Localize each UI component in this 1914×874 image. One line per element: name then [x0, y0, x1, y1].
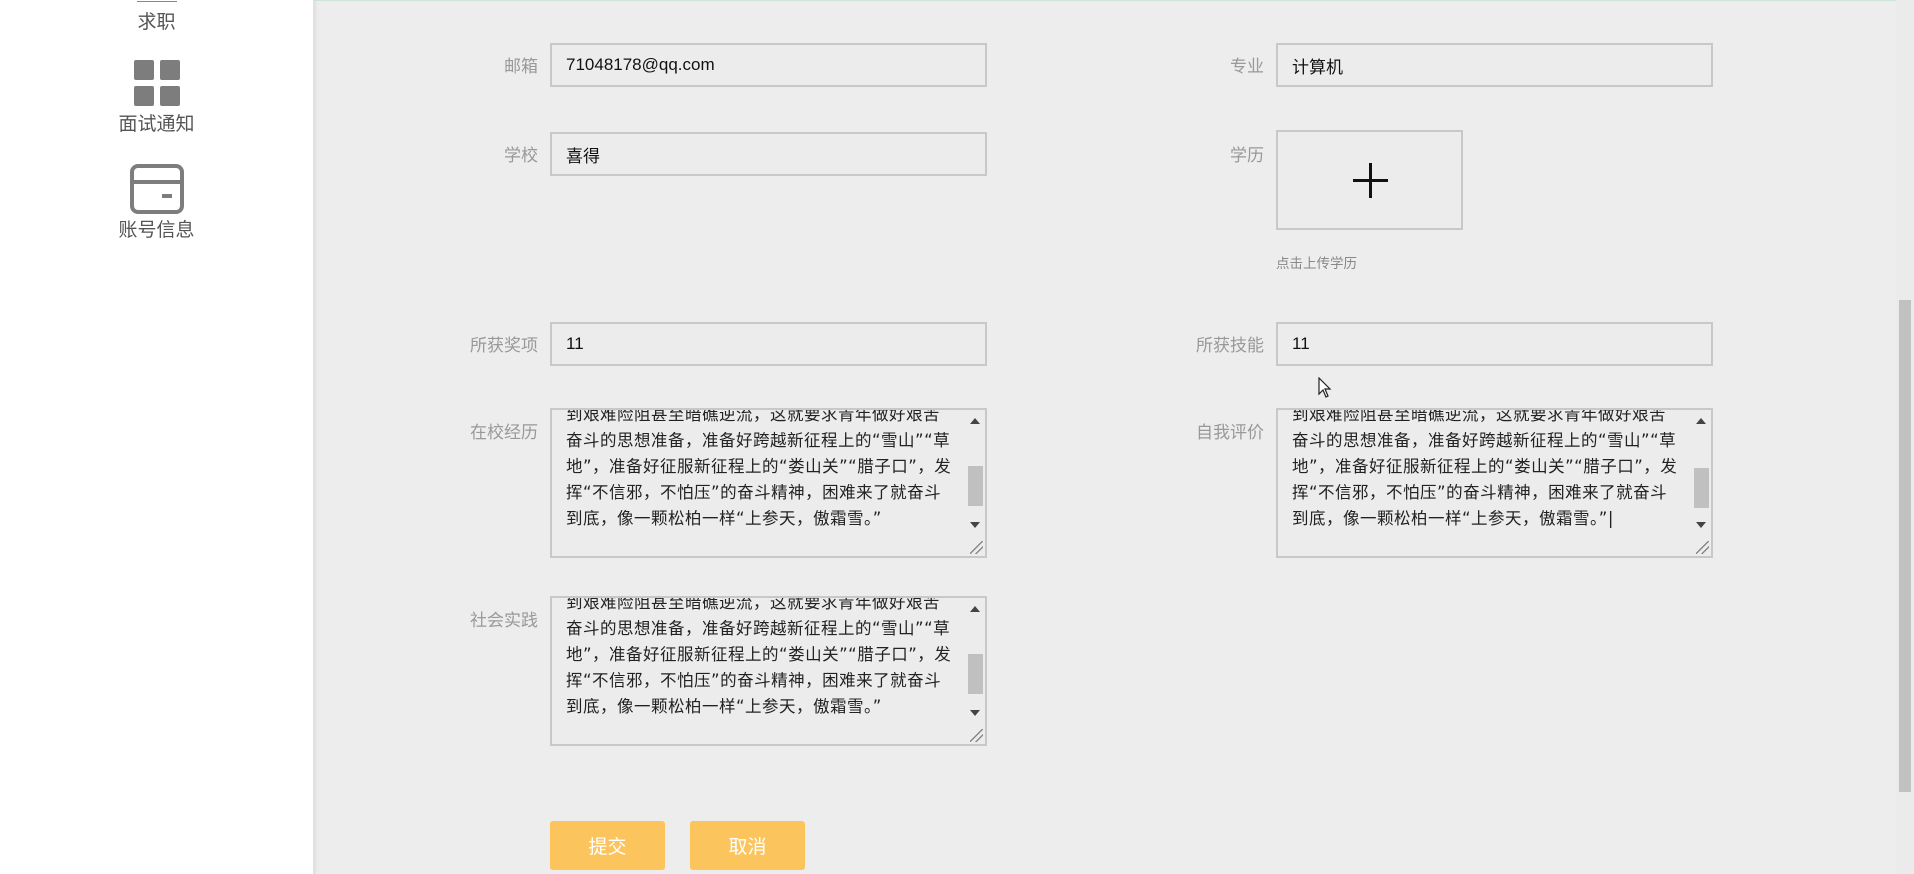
self-evaluation-textarea[interactable]: 到艰难险阻甚至暗礁逆流，这就要求青年做好艰苦奋斗的思想准备，准备好跨越新征程上的… [1276, 408, 1713, 558]
resize-grip-icon[interactable] [1696, 541, 1709, 554]
email-label: 邮箱 [504, 57, 538, 77]
scroll-thumb[interactable] [1694, 468, 1709, 508]
scroll-down-icon[interactable] [970, 710, 980, 716]
skills-label: 所获技能 [1196, 336, 1264, 356]
scroll-down-icon[interactable] [970, 522, 980, 528]
card-icon [129, 164, 184, 214]
self-evaluation-text: 到艰难险阻甚至暗礁逆流，这就要求青年做好艰苦奋斗的思想准备，准备好跨越新征程上的… [1292, 408, 1678, 528]
social-practice-text: 到艰难险阻甚至暗礁逆流，这就要求青年做好艰苦奋斗的思想准备，准备好跨越新征程上的… [566, 596, 952, 716]
campus-experience-textarea[interactable]: 到艰难险阻甚至暗礁逆流，这就要求青年做好艰苦奋斗的思想准备，准备好跨越新征程上的… [550, 408, 987, 558]
school-label: 学校 [504, 146, 538, 166]
resume-form: 邮箱 专业 学校 学历 点击上传学历 所获奖项 所获技能 在校经历 到艰难险阻甚… [314, 0, 1896, 874]
school-input[interactable] [550, 132, 987, 176]
page-scrollbar[interactable] [1896, 0, 1914, 874]
sidebar-item-label: 面试通知 [118, 113, 195, 135]
education-upload-hint: 点击上传学历 [1276, 256, 1357, 272]
sidebar-item-account[interactable]: 账号信息 [0, 164, 313, 242]
scroll-up-icon[interactable] [970, 606, 980, 612]
briefcase-icon [135, 0, 179, 2]
scroll-up-icon[interactable] [1696, 418, 1706, 424]
scroll-thumb[interactable] [968, 466, 983, 506]
major-label: 专业 [1230, 57, 1264, 77]
awards-input[interactable] [550, 322, 987, 366]
textarea-scrollbar[interactable] [1692, 410, 1711, 556]
sidebar: 求职 面试通知 账号信息 [0, 0, 314, 874]
submit-button[interactable]: 提交 [550, 821, 665, 870]
resize-grip-icon[interactable] [970, 541, 983, 554]
skills-input[interactable] [1276, 322, 1713, 366]
education-upload[interactable] [1276, 130, 1463, 230]
sidebar-item-label: 求职 [137, 11, 176, 33]
grid-icon [133, 60, 180, 106]
social-practice-label: 社会实践 [470, 611, 538, 631]
self-evaluation-label: 自我评价 [1196, 423, 1264, 443]
cancel-button[interactable]: 取消 [690, 821, 805, 870]
sidebar-item-job[interactable]: 求职 [0, 0, 313, 34]
email-input[interactable] [550, 43, 987, 87]
awards-label: 所获奖项 [470, 336, 538, 356]
scroll-thumb[interactable] [968, 654, 983, 694]
textarea-scrollbar[interactable] [966, 598, 985, 744]
plus-icon-vertical [1369, 163, 1372, 198]
campus-experience-label: 在校经历 [470, 423, 538, 443]
social-practice-textarea[interactable]: 到艰难险阻甚至暗礁逆流，这就要求青年做好艰苦奋斗的思想准备，准备好跨越新征程上的… [550, 596, 987, 746]
campus-experience-text: 到艰难险阻甚至暗礁逆流，这就要求青年做好艰苦奋斗的思想准备，准备好跨越新征程上的… [566, 408, 952, 528]
page-scroll-thumb[interactable] [1899, 300, 1911, 792]
resize-grip-icon[interactable] [970, 729, 983, 742]
education-label: 学历 [1230, 146, 1264, 166]
sidebar-item-interview[interactable]: 面试通知 [0, 60, 313, 136]
scroll-up-icon[interactable] [970, 418, 980, 424]
sidebar-item-label: 账号信息 [118, 219, 195, 241]
scroll-down-icon[interactable] [1696, 522, 1706, 528]
textarea-scrollbar[interactable] [966, 410, 985, 556]
major-input[interactable] [1276, 43, 1713, 87]
